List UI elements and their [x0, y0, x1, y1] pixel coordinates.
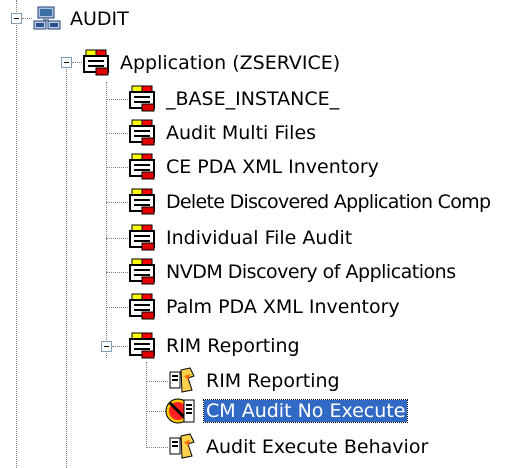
tree-node-label: NVDM Discovery of Applications [166, 261, 456, 283]
tree-line [106, 202, 128, 203]
tree-line [16, 0, 17, 468]
tree-view[interactable]: AUDIT Application (ZSERVICE) _BASE_INSTA… [0, 0, 516, 468]
tree-node-instance[interactable]: Delete Discovered Application Comp [128, 187, 516, 217]
tree-line [106, 99, 128, 100]
tree-line [22, 18, 32, 19]
collapse-toggle-audit[interactable] [11, 13, 22, 24]
tree-line [66, 66, 67, 468]
behavior-icon [169, 367, 195, 393]
tree-line [146, 381, 168, 382]
tree-node-label: AUDIT [70, 8, 129, 30]
tree-node-instance[interactable]: CE PDA XML Inventory [128, 152, 458, 182]
service-package-icon [129, 85, 155, 112]
tree-node-label: _BASE_INSTANCE_ [166, 88, 340, 110]
tree-node-instance[interactable]: Palm PDA XML Inventory [128, 292, 458, 322]
tree-node-label: CM Audit No Execute [202, 399, 409, 423]
tree-line [106, 272, 128, 273]
tree-node-instance[interactable]: Individual File Audit [128, 223, 458, 253]
service-package-icon [129, 293, 155, 320]
tree-line [106, 133, 128, 134]
behavior-icon [169, 433, 195, 459]
tree-line [106, 238, 128, 239]
service-package-icon [129, 258, 155, 285]
service-package-icon [83, 49, 109, 76]
tree-node-behavior[interactable]: Audit Execute Behavior [168, 432, 498, 462]
no-execute-behavior-icon [165, 398, 195, 424]
tree-line [106, 167, 128, 168]
tree-node-behavior-selected[interactable]: CM Audit No Execute [165, 396, 468, 426]
tree-line [106, 82, 107, 358]
tree-line [72, 62, 82, 63]
tree-line [146, 362, 147, 448]
tree-line [112, 346, 128, 347]
tree-line [146, 447, 168, 448]
tree-node-label: RIM Reporting [166, 335, 300, 357]
tree-node-label: Application (ZSERVICE) [120, 52, 341, 74]
service-package-icon [129, 188, 155, 215]
collapse-toggle-application[interactable] [61, 57, 72, 68]
tree-node-instance[interactable]: Audit Multi Files [128, 118, 458, 148]
tree-node-audit[interactable]: AUDIT [32, 4, 172, 34]
tree-node-label: Palm PDA XML Inventory [166, 296, 400, 318]
collapse-toggle-rim-reporting[interactable] [101, 341, 112, 352]
tree-node-label: Audit Execute Behavior [206, 436, 429, 458]
service-package-icon [129, 119, 155, 146]
tree-node-application[interactable]: Application (ZSERVICE) [82, 48, 382, 78]
tree-node-behavior[interactable]: RIM Reporting [168, 366, 468, 396]
service-package-icon [129, 332, 155, 359]
tree-node-rim-reporting[interactable]: RIM Reporting [128, 331, 428, 361]
tree-node-label: RIM Reporting [206, 370, 340, 392]
tree-line [106, 307, 128, 308]
tree-node-label: Individual File Audit [166, 227, 353, 249]
tree-node-instance[interactable]: _BASE_INSTANCE_ [128, 84, 458, 114]
computer-network-icon [33, 6, 61, 30]
service-package-icon [129, 224, 155, 251]
tree-node-label: Audit Multi Files [166, 122, 317, 144]
tree-node-label: Delete Discovered Application Comp [166, 191, 491, 213]
tree-node-label: CE PDA XML Inventory [166, 156, 379, 178]
tree-node-instance[interactable]: NVDM Discovery of Applications [128, 257, 516, 287]
service-package-icon [129, 153, 155, 180]
